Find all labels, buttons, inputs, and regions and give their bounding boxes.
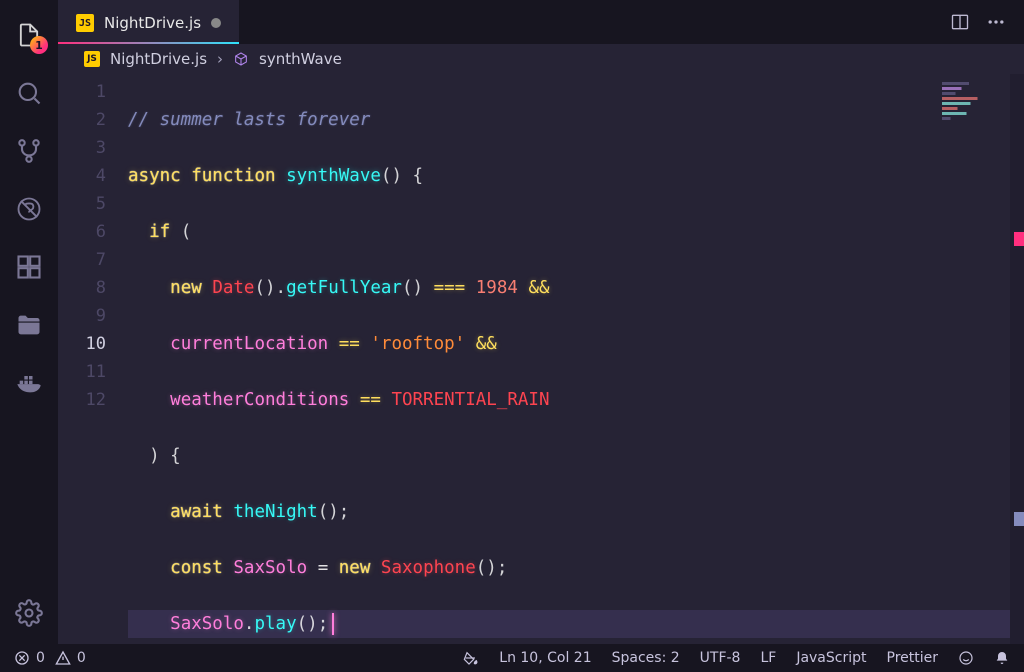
line-number: 10 xyxy=(58,330,106,358)
minimap[interactable] xyxy=(942,82,998,130)
tabs-row: JS NightDrive.js xyxy=(58,0,1024,44)
docker-icon[interactable] xyxy=(12,366,46,400)
paint-bucket-icon xyxy=(463,650,479,666)
status-eol[interactable]: LF xyxy=(760,650,776,666)
line-number: 9 xyxy=(58,302,106,330)
activity-bar: 1 xyxy=(0,0,58,644)
js-file-icon: JS xyxy=(84,51,100,67)
error-icon xyxy=(14,650,30,666)
status-bar: 0 0 Ln 10, Col 21 Spaces: 2 UTF-8 LF Jav… xyxy=(0,644,1024,672)
ruler-mark-icon xyxy=(1014,512,1024,526)
tab-actions xyxy=(950,0,1024,44)
folder-icon[interactable] xyxy=(12,308,46,342)
status-formatter[interactable]: Prettier xyxy=(887,650,939,666)
line-number: 5 xyxy=(58,190,106,218)
status-feedback[interactable] xyxy=(958,650,974,666)
status-language[interactable]: JavaScript xyxy=(796,650,866,666)
line-number: 8 xyxy=(58,274,106,302)
line-number: 12 xyxy=(58,386,106,414)
method-symbol-icon xyxy=(233,51,249,67)
settings-gear-icon[interactable] xyxy=(12,596,46,630)
line-number: 1 xyxy=(58,78,106,106)
ruler-mark-icon xyxy=(1014,232,1024,246)
editor-body[interactable]: 123456789101112 // summer lasts forever … xyxy=(58,74,1024,644)
editor-column: JS NightDrive.js JS NightDrive.js › synt… xyxy=(58,0,1024,644)
source-control-icon[interactable] xyxy=(12,134,46,168)
text-cursor xyxy=(332,613,334,635)
line-number: 4 xyxy=(58,162,106,190)
extensions-icon[interactable] xyxy=(12,250,46,284)
explorer-icon[interactable]: 1 xyxy=(12,18,46,52)
status-warnings-count: 0 xyxy=(77,650,86,666)
split-editor-icon[interactable] xyxy=(950,12,970,32)
tab-nightdrive[interactable]: JS NightDrive.js xyxy=(58,0,239,44)
breadcrumb-file: NightDrive.js xyxy=(110,50,207,68)
line-number: 3 xyxy=(58,134,106,162)
js-file-icon: JS xyxy=(76,14,94,32)
overview-ruler[interactable] xyxy=(1010,74,1024,644)
line-number: 7 xyxy=(58,246,106,274)
main-area: 1 JS NightDrive.js xyxy=(0,0,1024,644)
line-number: 11 xyxy=(58,358,106,386)
smiley-icon xyxy=(958,650,974,666)
status-errors[interactable]: 0 xyxy=(14,650,45,666)
status-format-painter[interactable] xyxy=(463,650,479,666)
status-indentation[interactable]: Spaces: 2 xyxy=(612,650,680,666)
bell-icon xyxy=(994,650,1010,666)
status-encoding[interactable]: UTF-8 xyxy=(700,650,741,666)
breadcrumb-symbol: synthWave xyxy=(259,50,342,68)
search-icon[interactable] xyxy=(12,76,46,110)
breadcrumb[interactable]: JS NightDrive.js › synthWave xyxy=(58,44,1024,74)
more-actions-icon[interactable] xyxy=(986,12,1006,32)
chevron-right-icon: › xyxy=(217,50,223,68)
status-notifications[interactable] xyxy=(994,650,1010,666)
line-number: 6 xyxy=(58,218,106,246)
warning-icon xyxy=(55,650,71,666)
debug-disabled-icon[interactable] xyxy=(12,192,46,226)
code-area[interactable]: // summer lasts forever async function s… xyxy=(128,74,1024,644)
status-errors-count: 0 xyxy=(36,650,45,666)
line-number: 2 xyxy=(58,106,106,134)
explorer-badge: 1 xyxy=(30,36,48,54)
line-number-gutter: 123456789101112 xyxy=(58,74,128,644)
status-cursor-position[interactable]: Ln 10, Col 21 xyxy=(499,650,591,666)
status-warnings[interactable]: 0 xyxy=(55,650,86,666)
tab-label: NightDrive.js xyxy=(104,14,201,32)
dirty-indicator-icon xyxy=(211,18,221,28)
